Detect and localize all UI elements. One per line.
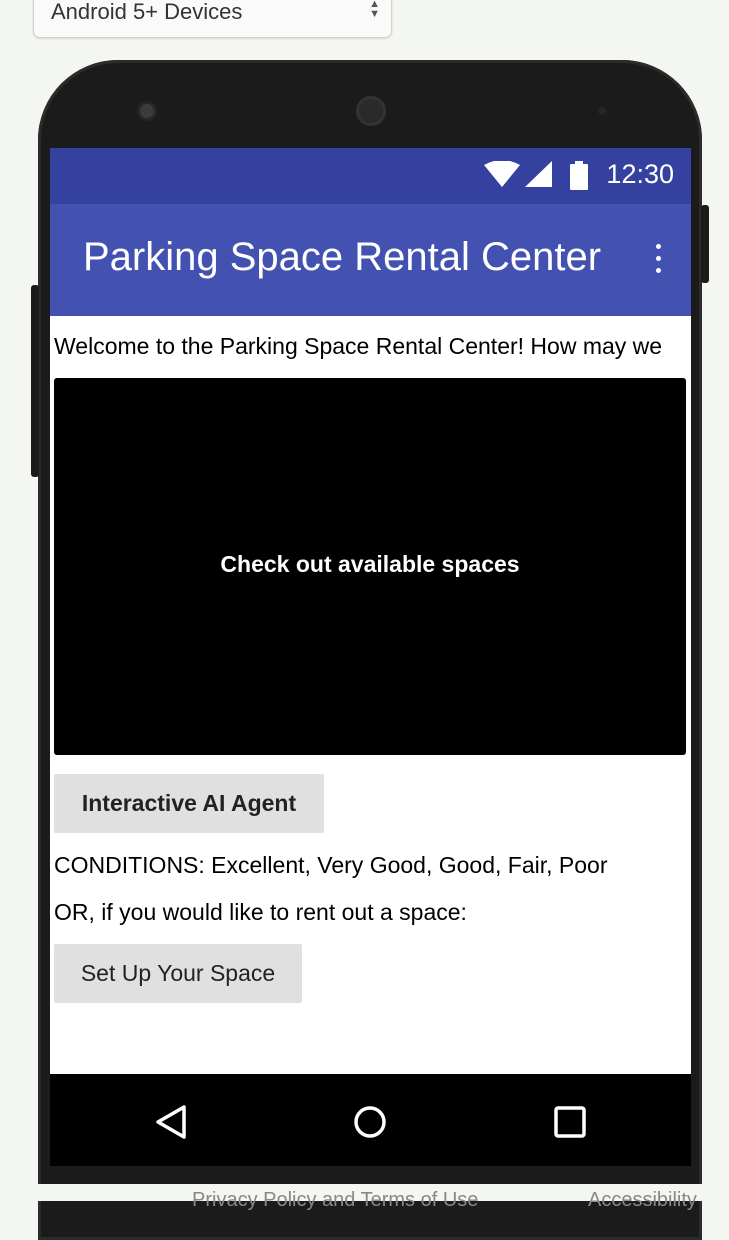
phone-screen: 12:30 Parking Space Rental Center Welcom… (50, 148, 691, 1074)
setup-space-button[interactable]: Set Up Your Space (54, 944, 302, 1003)
status-time: 12:30 (606, 159, 674, 189)
speaker-grille-icon (356, 96, 386, 126)
page-footer: Privacy Policy and Terms of Use Accessib… (0, 1184, 729, 1211)
rent-out-prompt: OR, if you would like to rent out a spac… (54, 899, 467, 925)
home-circle-icon[interactable] (353, 1104, 387, 1140)
check-spaces-button[interactable]: Check out available spaces (54, 378, 686, 755)
app-bar: Parking Space Rental Center (50, 204, 691, 316)
select-arrows-icon: ▲ ▼ (369, 0, 380, 20)
nav-bar (50, 1074, 691, 1166)
device-selector-value: Android 5+ Devices (51, 0, 243, 24)
conditions-text: CONDITIONS: Excellent, Very Good, Good, … (54, 852, 608, 878)
power-button (701, 205, 709, 283)
signal-icon (525, 161, 552, 187)
ai-agent-button[interactable]: Interactive AI Agent (54, 774, 324, 833)
sensor-icon (598, 107, 606, 115)
more-vert-icon[interactable] (650, 244, 666, 280)
wifi-icon (484, 161, 520, 187)
app-title: Parking Space Rental Center (83, 235, 602, 279)
back-triangle-icon[interactable] (154, 1104, 188, 1140)
status-bar: 12:30 (50, 148, 691, 204)
front-camera-icon (140, 104, 154, 118)
volume-button (31, 285, 39, 477)
device-selector[interactable]: Android 5+ Devices ▲ ▼ (33, 0, 392, 38)
recents-square-icon[interactable] (553, 1104, 587, 1140)
check-spaces-label: Check out available spaces (220, 551, 520, 577)
welcome-text: Welcome to the Parking Space Rental Cent… (54, 333, 663, 359)
battery-icon (570, 161, 588, 190)
